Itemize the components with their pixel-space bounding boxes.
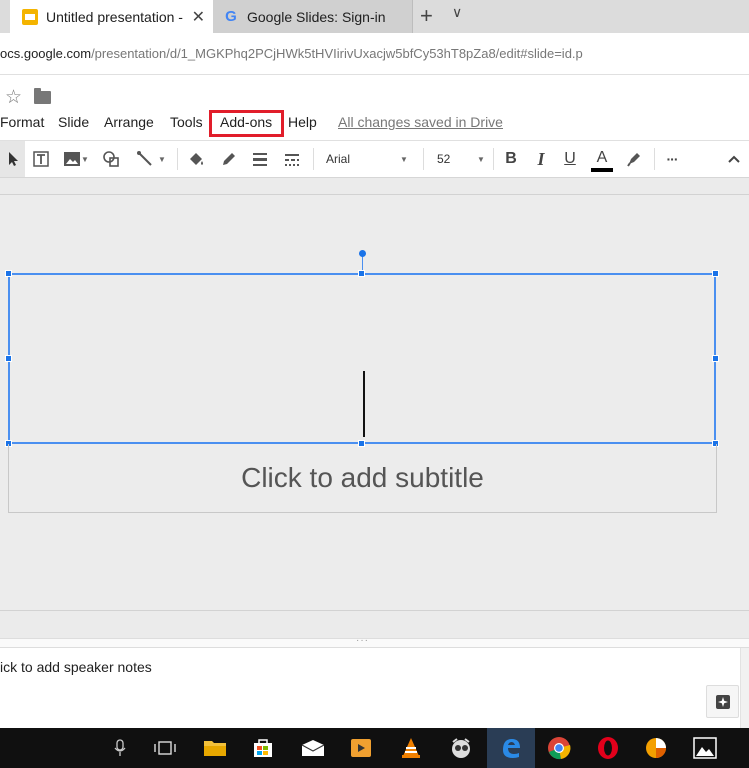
fill-color-icon (190, 153, 203, 165)
shape-button[interactable] (100, 141, 122, 177)
tab-title: Untitled presentation - Google Slides (46, 8, 186, 25)
chevron-down-icon: ▼ (400, 154, 408, 164)
bold-button[interactable]: B (500, 141, 522, 177)
explore-button[interactable] (706, 685, 739, 718)
chrome-icon[interactable] (535, 728, 583, 768)
select-icon (8, 152, 18, 166)
url-domain: ocs.google.com (0, 46, 92, 61)
toolbar-separator (423, 148, 424, 170)
url-text[interactable]: ocs.google.com/presentation/d/1_MGKPhq2P… (0, 46, 583, 61)
image-button[interactable]: ▼ (58, 141, 94, 177)
task-view-icon[interactable] (141, 728, 189, 768)
line-button[interactable]: ▼ (132, 141, 170, 177)
text-color-swatch (591, 168, 613, 172)
font-family-dropdown[interactable]: Arial ▼ (326, 141, 416, 177)
subtitle-textbox[interactable]: Click to add subtitle (8, 444, 717, 513)
media-player-icon[interactable] (337, 728, 385, 768)
notes-scrollbar[interactable] (740, 648, 749, 728)
photos-icon[interactable] (681, 728, 729, 768)
speaker-notes-area[interactable]: ick to add speaker notes (0, 648, 740, 728)
microphone-icon[interactable] (96, 728, 144, 768)
new-tab-button[interactable]: + (420, 3, 433, 29)
text-cursor (363, 371, 365, 437)
border-weight-icon (253, 153, 267, 166)
italic-button[interactable]: I (530, 141, 552, 177)
collapse-toolbar-button[interactable] (724, 141, 744, 177)
slide[interactable]: Click to add subtitle (0, 194, 749, 611)
collapse-icon (728, 155, 740, 163)
speaker-notes-placeholder: ick to add speaker notes (0, 659, 152, 675)
textbox-button[interactable] (30, 141, 52, 177)
store-icon[interactable] (239, 728, 287, 768)
pie-chart-app-icon[interactable] (632, 728, 680, 768)
font-size-value: 52 (437, 152, 451, 166)
browser-tab-strip: Untitled presentation - Google Slides ✕ … (0, 0, 749, 33)
add-ons-highlight-box (209, 110, 284, 137)
resize-handle[interactable] (712, 270, 719, 277)
notes-resize-divider[interactable]: ··· (0, 635, 749, 648)
toolbar-separator (313, 148, 314, 170)
opera-icon[interactable] (584, 728, 632, 768)
border-color-button[interactable] (218, 141, 240, 177)
tab-sign-in[interactable]: G Google Slides: Sign-in (213, 0, 413, 33)
chevron-down-icon: ▼ (477, 154, 485, 164)
menu-help[interactable]: Help (288, 114, 317, 130)
google-slides-icon (22, 8, 38, 25)
toolbar: ▼ ▼ Arial ▼ 52 ▼ B I U A ··· (0, 140, 749, 178)
select-tool-button[interactable] (0, 141, 25, 177)
toolbar-separator (493, 148, 494, 170)
google-icon: G (225, 7, 237, 25)
edge-icon[interactable] (487, 728, 535, 768)
highlight-icon (627, 153, 640, 167)
border-weight-button[interactable] (249, 141, 271, 177)
folder-icon[interactable] (34, 88, 51, 104)
textbox-icon (33, 151, 49, 167)
toolbar-separator (177, 148, 178, 170)
toolbar-separator (654, 148, 655, 170)
slide-canvas[interactable]: Click to add subtitle (0, 178, 749, 638)
chevron-down-icon: ▼ (158, 154, 166, 164)
star-icon[interactable]: ☆ (5, 86, 22, 109)
save-status-link[interactable]: All changes saved in Drive (338, 114, 503, 130)
explore-icon (715, 694, 730, 709)
text-color-letter: A (596, 149, 608, 166)
drag-handle-icon[interactable]: ··· (356, 635, 369, 646)
border-color-icon (223, 153, 235, 165)
vlc-icon[interactable] (387, 728, 435, 768)
fill-color-button[interactable] (185, 141, 207, 177)
subtitle-placeholder: Click to add subtitle (241, 462, 484, 493)
tab-list-button[interactable]: ∨ (452, 4, 462, 21)
mail-icon[interactable] (289, 728, 337, 768)
resize-handle[interactable] (5, 270, 12, 277)
more-button[interactable]: ··· (660, 141, 684, 177)
close-icon[interactable]: ✕ (192, 7, 205, 27)
border-dash-icon (285, 154, 299, 166)
highlight-color-button[interactable] (623, 141, 645, 177)
text-color-button[interactable]: A (590, 141, 614, 177)
border-dash-button[interactable] (281, 141, 303, 177)
resize-handle[interactable] (712, 355, 719, 362)
rotate-handle[interactable] (359, 250, 366, 257)
address-bar[interactable]: ocs.google.com/presentation/d/1_MGKPhq2P… (0, 33, 749, 75)
tab-untitled-presentation[interactable]: Untitled presentation - Google Slides ✕ (10, 0, 213, 33)
menu-format[interactable]: Format (0, 114, 44, 130)
url-path: /presentation/d/1_MGKPhq2PCjHWk5tHVIiriv… (91, 46, 583, 61)
chevron-down-icon: ▼ (81, 154, 89, 164)
tab-title: Google Slides: Sign-in (247, 8, 386, 25)
image-icon (64, 152, 81, 166)
resize-handle[interactable] (358, 270, 365, 277)
menu-arrange[interactable]: Arrange (104, 114, 154, 130)
line-icon (137, 151, 152, 166)
menu-slide[interactable]: Slide (58, 114, 89, 130)
app-icon[interactable] (437, 728, 485, 768)
shape-icon (103, 151, 119, 167)
windows-taskbar (0, 728, 749, 768)
file-explorer-icon[interactable] (191, 728, 239, 768)
font-size-dropdown[interactable]: 52 ▼ (437, 141, 487, 177)
title-textbox[interactable] (8, 273, 716, 444)
resize-handle[interactable] (5, 355, 12, 362)
underline-button[interactable]: U (559, 141, 581, 177)
menu-tools[interactable]: Tools (170, 114, 203, 130)
font-family-value: Arial (326, 152, 351, 166)
